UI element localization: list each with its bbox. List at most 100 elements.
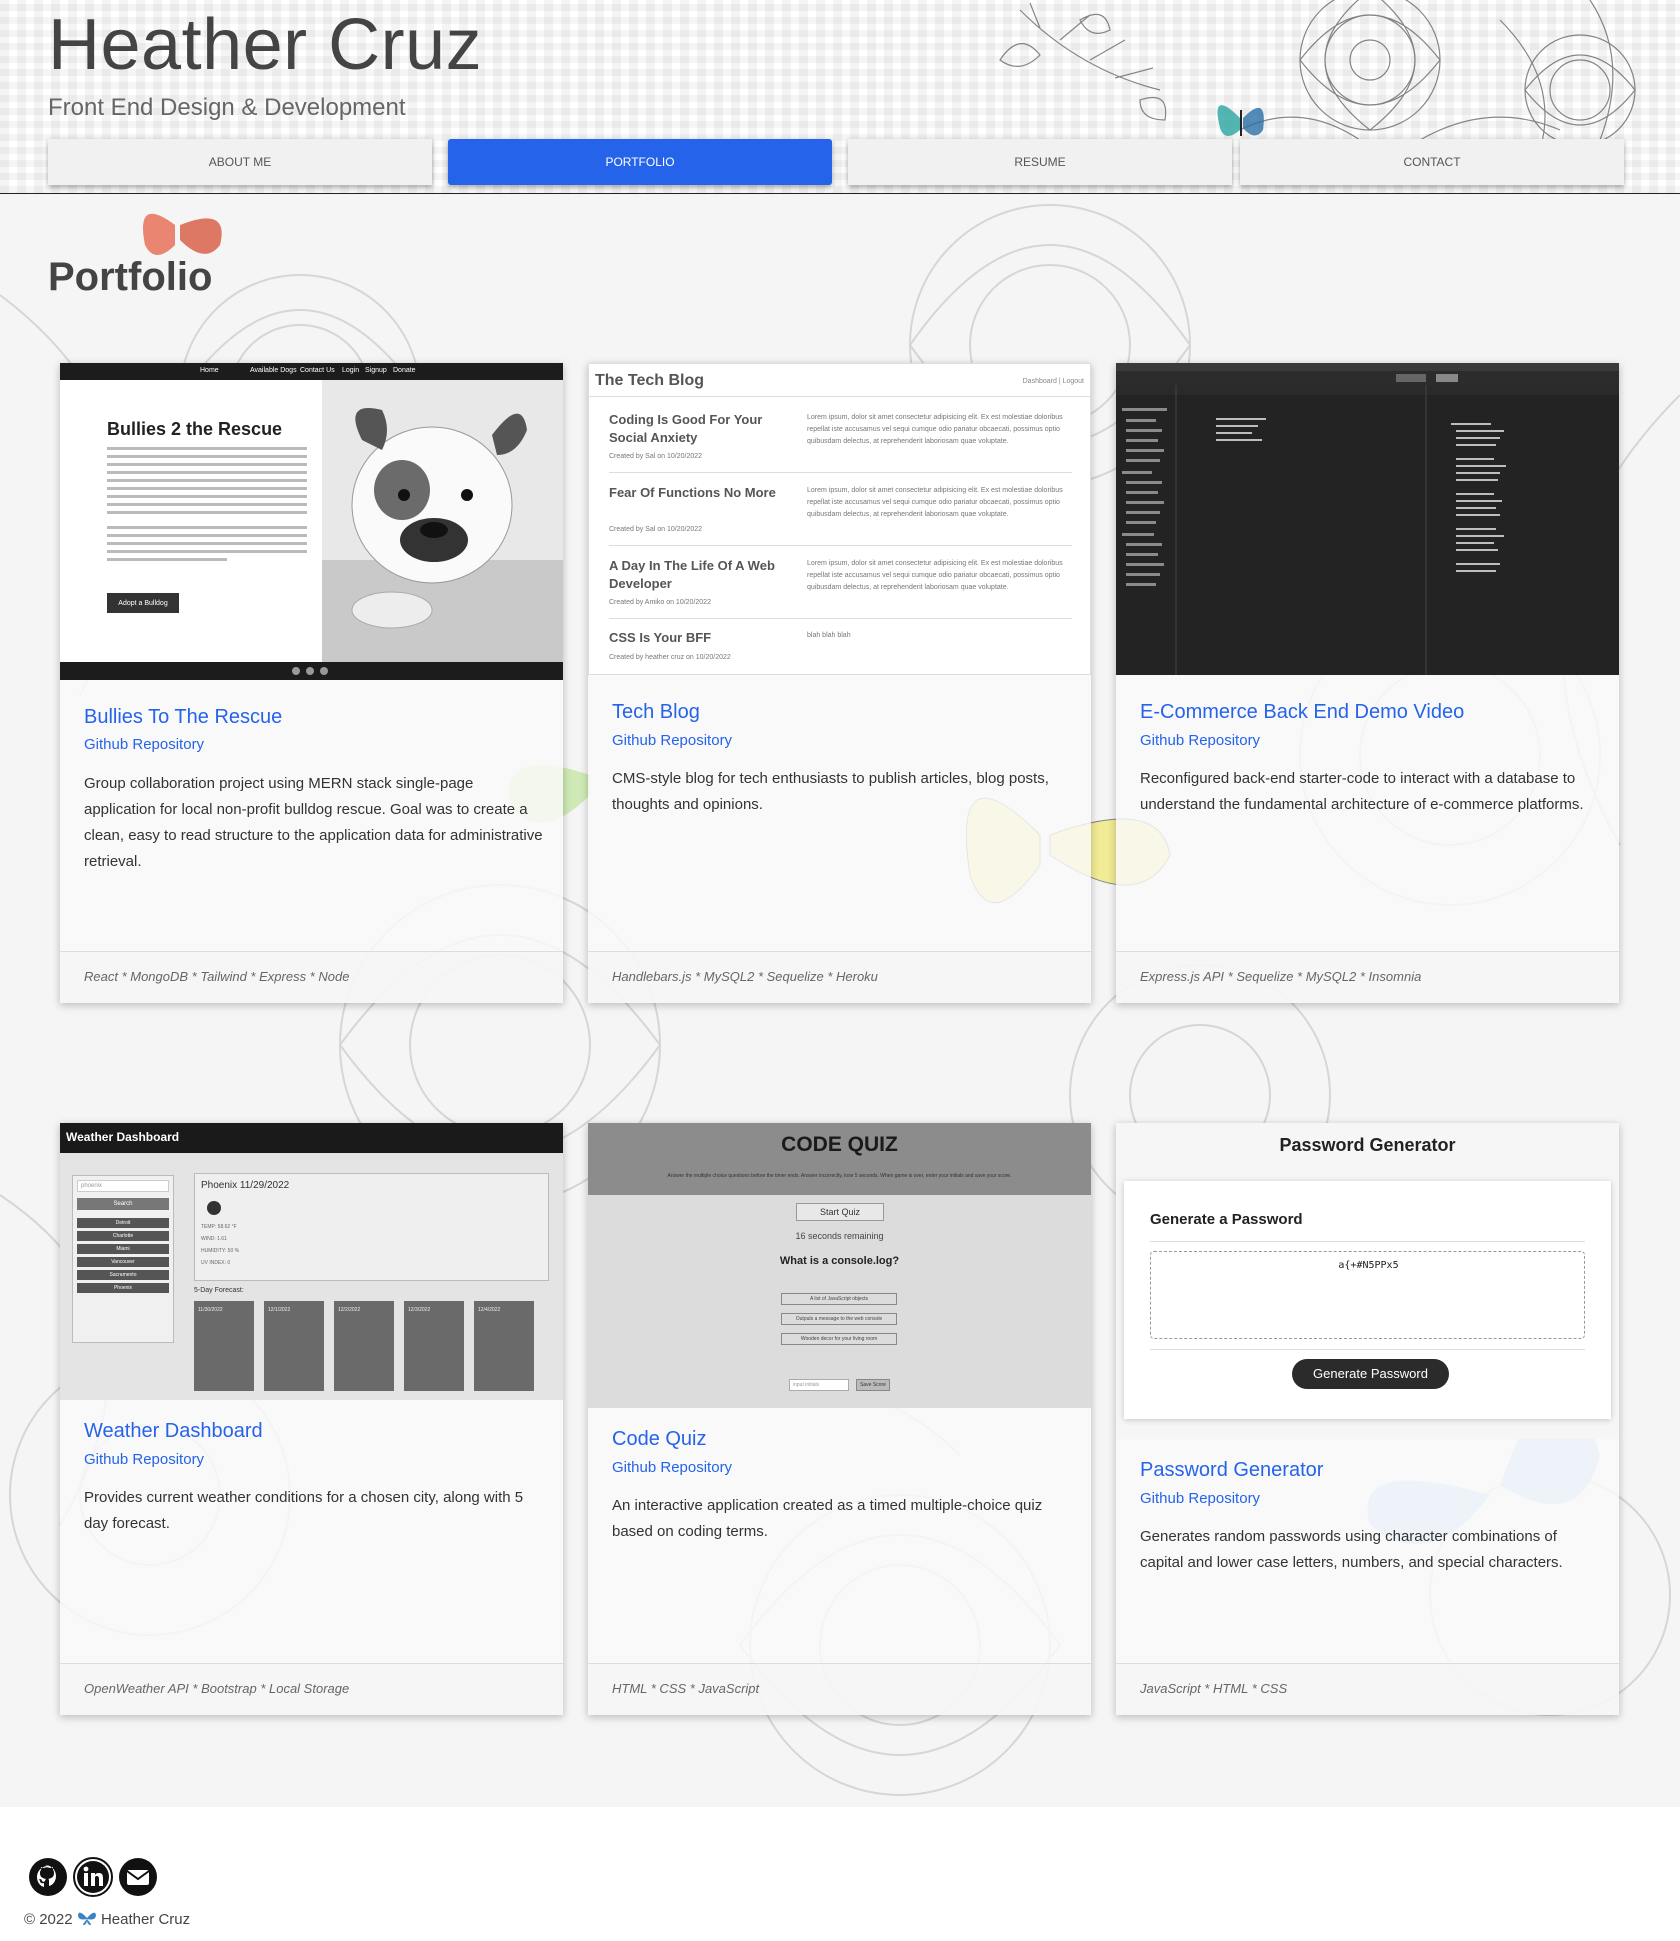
- project-title[interactable]: Bullies To The Rescue: [84, 706, 282, 729]
- github-repo-link[interactable]: Github Repository: [1140, 1490, 1260, 1507]
- email-icon[interactable]: [118, 1857, 158, 1897]
- mini-post-body: blah blah blah: [807, 632, 851, 639]
- project-card-tech-blog: The Tech Blog Dashboard | Logout Coding …: [588, 363, 1091, 1003]
- mini-instructions: Answer the multiple choice questions bef…: [667, 1173, 1012, 1179]
- project-title[interactable]: Password Generator: [1140, 1459, 1323, 1482]
- mini-generate-button: Generate Password: [1292, 1359, 1449, 1389]
- project-card-code-quiz: CODE QUIZ Answer the multiple choice que…: [588, 1123, 1091, 1715]
- project-screenshot[interactable]: The Tech Blog Dashboard | Logout Coding …: [588, 363, 1091, 675]
- mini-generator-card: Generate a Password a{+#N5PPx5 Generate …: [1124, 1181, 1611, 1419]
- mini-quiz-header: CODE QUIZ Answer the multiple choice que…: [588, 1123, 1091, 1195]
- project-title[interactable]: E-Commerce Back End Demo Video: [1140, 701, 1464, 724]
- mini-subheading: Generate a Password: [1150, 1211, 1303, 1228]
- mini-city: Vancouver: [77, 1257, 169, 1267]
- butterfly-icon: [143, 213, 222, 255]
- project-description: Provides current weather conditions for …: [84, 1489, 524, 1532]
- project-screenshot[interactable]: Password Generator Generate a Password a…: [1116, 1123, 1619, 1439]
- nav-resume[interactable]: RESUME: [848, 139, 1232, 185]
- butterfly-icon: [77, 1912, 96, 1926]
- project-description: Reconfigured back-end starter-code to in…: [1140, 770, 1584, 813]
- project-tech-footer: OpenWeather API * Bootstrap * Local Stor…: [60, 1663, 563, 1715]
- mini-answer: A list of JavaScript objects: [781, 1293, 897, 1305]
- page-title: Portfolio: [48, 255, 213, 299]
- site-footer: © 2022 Heather Cruz: [0, 1807, 1680, 1941]
- project-title[interactable]: Weather Dashboard: [84, 1420, 263, 1443]
- mini-city: Charlotte: [77, 1231, 169, 1241]
- mini-footer: [60, 662, 563, 680]
- nav-portfolio[interactable]: PORTFOLIO: [448, 139, 832, 185]
- project-screenshot[interactable]: CODE QUIZ Answer the multiple choice que…: [588, 1123, 1091, 1408]
- mini-forecast-day: 12/3/2022: [404, 1301, 464, 1391]
- mini-nav-link: Home: [200, 367, 219, 374]
- mini-post-body: Lorem ipsum, dolor sit amet consectetur …: [807, 487, 1063, 518]
- project-title[interactable]: Tech Blog: [612, 701, 700, 724]
- nav-about-me[interactable]: ABOUT ME: [48, 139, 432, 185]
- mini-post-title: A Day In The Life Of A Web Developer: [609, 558, 775, 591]
- mini-nav-link: Donate: [393, 367, 416, 374]
- mini-nav-link: Contact Us: [300, 367, 335, 374]
- project-tech-footer: JavaScript * HTML * CSS: [1116, 1663, 1619, 1715]
- mini-password: a{+#N5PPx5: [1338, 1260, 1399, 1271]
- mini-question: What is a console.log?: [779, 1255, 900, 1267]
- tech-stack: JavaScript * HTML * CSS: [1140, 1681, 1288, 1696]
- github-repo-link[interactable]: Github Repository: [84, 736, 204, 753]
- mini-forecast-day: 11/30/2022: [194, 1301, 254, 1391]
- tech-stack: HTML * CSS * JavaScript: [612, 1681, 760, 1696]
- mini-start-button: Start Quiz: [796, 1203, 884, 1221]
- project-screenshot[interactable]: Weather Dashboard phoenix Search Detroit…: [60, 1123, 563, 1400]
- mini-forecast-day: 12/4/2022: [474, 1301, 534, 1391]
- copyright-name: Heather Cruz: [100, 1911, 191, 1928]
- mini-password-box: a{+#N5PPx5: [1150, 1251, 1585, 1339]
- mini-search-button: Search: [77, 1198, 169, 1210]
- project-screenshot[interactable]: [1116, 363, 1619, 675]
- mini-search-input: phoenix: [77, 1180, 169, 1192]
- project-card-bullies: Home Available Dogs Contact Us Login Sig…: [60, 363, 563, 1003]
- mini-save-button: Save Score: [856, 1379, 890, 1391]
- mini-stat: TEMP: 58.62 °F: [201, 1224, 237, 1230]
- github-repo-link[interactable]: Github Repository: [612, 1459, 732, 1476]
- project-card-weather: Weather Dashboard phoenix Search Detroit…: [60, 1123, 563, 1715]
- tech-stack: Handlebars.js * MySQL2 * Sequelize * Her…: [612, 969, 878, 984]
- mini-post-title: CSS Is Your BFF: [609, 630, 712, 645]
- mini-post-body: Lorem ipsum, dolor sit amet consectetur …: [807, 560, 1063, 591]
- copyright-prefix: © 2022: [24, 1911, 73, 1928]
- project-tech-footer: HTML * CSS * JavaScript: [588, 1663, 1091, 1715]
- portfolio-section: Portfolio Home Available Dogs Contact Us…: [0, 195, 1680, 1807]
- github-repo-link[interactable]: Github Repository: [1140, 732, 1260, 749]
- github-icon[interactable]: [28, 1857, 68, 1897]
- github-repo-link[interactable]: Github Repository: [612, 732, 732, 749]
- mini-text-lines: [107, 447, 307, 561]
- mini-stat: HUMIDITY: 50 %: [201, 1248, 240, 1254]
- mini-city: Phoenix: [77, 1283, 169, 1293]
- butterfly-icon: [1217, 105, 1264, 137]
- mini-city: Miami: [77, 1244, 169, 1254]
- project-tech-footer: React * MongoDB * Tailwind * Express * N…: [60, 951, 563, 1003]
- project-card-password-generator: Password Generator Generate a Password a…: [1116, 1123, 1619, 1715]
- mini-nav-link: Login: [342, 367, 360, 374]
- mini-header: Weather Dashboard: [60, 1123, 563, 1153]
- project-screenshot[interactable]: Home Available Dogs Contact Us Login Sig…: [60, 363, 563, 680]
- project-description: CMS-style blog for tech enthusiasts to p…: [612, 770, 1049, 813]
- project-title[interactable]: Code Quiz: [612, 1428, 707, 1451]
- github-repo-link[interactable]: Github Repository: [84, 1451, 204, 1468]
- mini-answer: Outputs a message to the web console: [781, 1313, 897, 1325]
- mini-post-meta: Created by Amiko on 10/20/2022: [609, 599, 711, 606]
- mini-links: Dashboard | Logout: [1022, 378, 1084, 385]
- mini-post-title: Fear Of Functions No More: [609, 485, 776, 500]
- mini-city: Sacramento: [77, 1270, 169, 1280]
- nav-contact[interactable]: CONTACT: [1240, 139, 1624, 185]
- mini-nav: Home Available Dogs Contact Us Login Sig…: [60, 363, 563, 380]
- mini-heading: The Tech Blog: [595, 372, 705, 389]
- site-title: Heather Cruz: [48, 5, 483, 85]
- linkedin-icon[interactable]: [73, 1857, 113, 1897]
- mini-post-title: Coding Is Good For Your Social Anxiety: [609, 412, 763, 445]
- tech-stack: React * MongoDB * Tailwind * Express * N…: [84, 969, 350, 984]
- mini-heading: Weather Dashboard: [66, 1130, 180, 1144]
- mini-sidebar: phoenix Search Detroit Charlotte Miami V…: [72, 1175, 174, 1343]
- project-description: An interactive application created as a …: [612, 1497, 1043, 1540]
- mini-forecast-day: 12/2/2022: [334, 1301, 394, 1391]
- site-subtitle: Front End Design & Development: [48, 94, 406, 121]
- project-tech-footer: Handlebars.js * MySQL2 * Sequelize * Her…: [588, 951, 1091, 1003]
- mini-heading: CODE QUIZ: [781, 1133, 898, 1156]
- mini-stat: UV INDEX: 0: [201, 1260, 231, 1266]
